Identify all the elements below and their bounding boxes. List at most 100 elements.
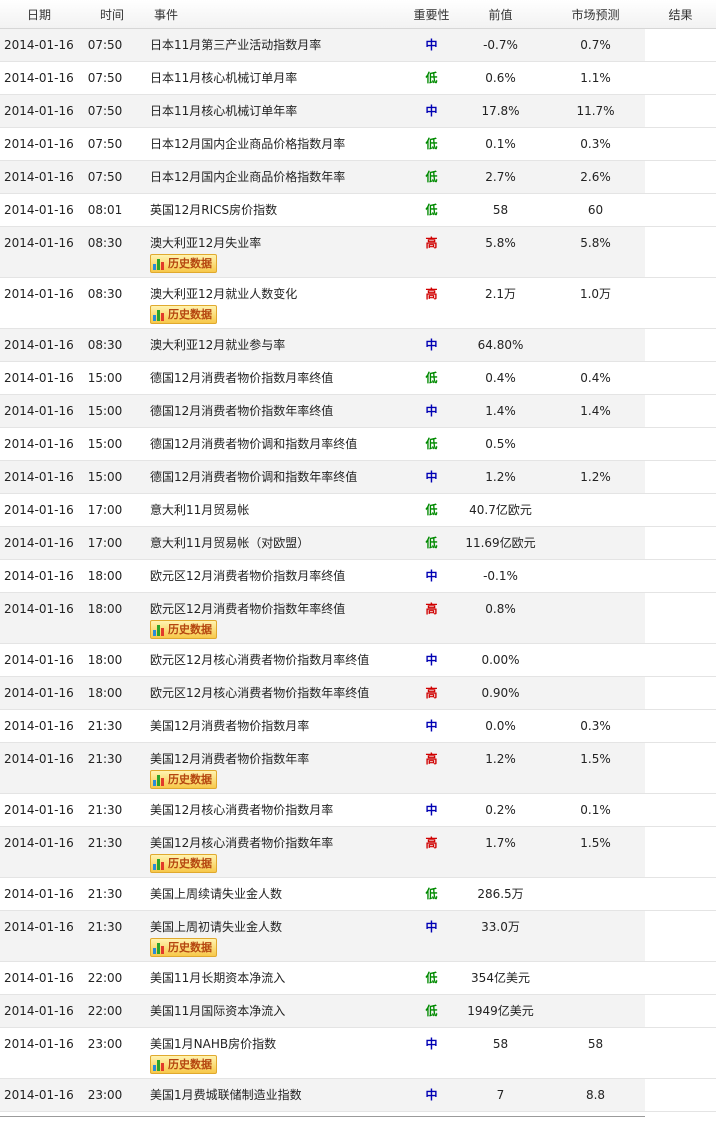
cell-date: 2014-01-16 xyxy=(4,719,74,733)
cell-date: 2014-01-16 xyxy=(4,287,74,301)
event-name: 欧元区12月消费者物价指数年率终值 xyxy=(150,602,346,616)
cell-forecast xyxy=(546,527,645,559)
cell-forecast: 0.7% xyxy=(580,38,611,52)
cell-importance: 高 xyxy=(425,602,438,616)
cell-importance: 中 xyxy=(425,1088,438,1102)
cell-forecast: 0.4% xyxy=(580,371,611,385)
cell-forecast: 1.0万 xyxy=(579,287,612,301)
cell-forecast: 58 xyxy=(587,1037,604,1051)
cell-result xyxy=(645,1028,716,1078)
cell-result xyxy=(645,710,716,742)
cell-time: 18:00 xyxy=(87,602,123,616)
cell-importance: 低 xyxy=(425,437,438,451)
cell-result xyxy=(645,962,716,994)
cell-result xyxy=(645,128,716,160)
history-data-button[interactable]: 历史数据 xyxy=(150,1055,217,1074)
cell-previous: -0.7% xyxy=(483,38,518,52)
cell-event: 澳大利亚12月就业参与率 xyxy=(146,329,408,361)
cell-time: 21:30 xyxy=(87,836,123,850)
cell-result xyxy=(645,161,716,193)
cell-previous: 0.2% xyxy=(485,803,516,817)
cell-importance: 低 xyxy=(425,887,438,901)
cell-time: 21:30 xyxy=(87,803,123,817)
cell-date: 2014-01-16 xyxy=(4,404,74,418)
cell-forecast: 1.1% xyxy=(580,71,611,85)
cell-previous: 58 xyxy=(492,1037,509,1051)
cell-importance: 中 xyxy=(425,920,438,934)
table-row: 2014-01-16 15:00 德国12月消费者物价调和指数月率终值 低 0.… xyxy=(0,428,716,461)
history-data-label: 历史数据 xyxy=(168,622,212,636)
cell-importance: 低 xyxy=(425,71,438,85)
cell-result xyxy=(645,461,716,493)
cell-date: 2014-01-16 xyxy=(4,137,74,151)
cell-result xyxy=(645,428,716,460)
cell-previous: 0.90% xyxy=(481,686,520,700)
event-name: 日本12月国内企业商品价格指数年率 xyxy=(150,170,346,184)
table-row: 2014-01-16 08:30 澳大利亚12月就业人数变化 历史数据 高 2.… xyxy=(0,278,716,329)
table-row: 2014-01-16 17:00 意大利11月贸易帐 低 40.7亿欧元 xyxy=(0,494,716,527)
cell-time: 08:30 xyxy=(87,236,123,250)
event-name: 英国12月RICS房价指数 xyxy=(150,203,278,217)
cell-forecast xyxy=(546,329,645,361)
cell-result xyxy=(645,362,716,394)
cell-time: 08:30 xyxy=(87,338,123,352)
cell-importance: 中 xyxy=(425,803,438,817)
table-row: 2014-01-16 07:50 日本11月核心机械订单月率 低 0.6% 1.… xyxy=(0,62,716,95)
cell-previous: 1.4% xyxy=(485,404,516,418)
cell-importance: 中 xyxy=(425,569,438,583)
cell-importance: 中 xyxy=(425,470,438,484)
history-data-button[interactable]: 历史数据 xyxy=(150,254,217,273)
cell-importance: 高 xyxy=(425,287,438,301)
event-name: 美国12月消费者物价指数年率 xyxy=(150,752,310,766)
cell-previous: 0.4% xyxy=(485,371,516,385)
history-data-label: 历史数据 xyxy=(168,307,212,321)
event-name: 欧元区12月核心消费者物价指数月率终值 xyxy=(150,653,370,667)
cell-time: 18:00 xyxy=(87,569,123,583)
cell-forecast: 8.8 xyxy=(585,1088,606,1102)
cell-date: 2014-01-16 xyxy=(4,203,74,217)
cell-forecast xyxy=(546,560,645,592)
event-name: 德国12月消费者物价调和指数年率终值 xyxy=(150,470,358,484)
table-row: 2014-01-16 21:30 美国12月核心消费者物价指数年率 历史数据 高… xyxy=(0,827,716,878)
history-data-button[interactable]: 历史数据 xyxy=(150,770,217,789)
bar-chart-icon xyxy=(153,257,165,270)
cell-date: 2014-01-16 xyxy=(4,470,74,484)
cell-event: 德国12月消费者物价指数月率终值 xyxy=(146,362,408,394)
event-name: 日本11月核心机械订单年率 xyxy=(150,104,298,118)
cell-previous: 7 xyxy=(496,1088,505,1102)
cell-importance: 高 xyxy=(425,686,438,700)
cell-result xyxy=(645,278,716,328)
cell-event: 日本11月核心机械订单年率 xyxy=(146,95,408,127)
history-data-button[interactable]: 历史数据 xyxy=(150,620,217,639)
history-data-button[interactable]: 历史数据 xyxy=(150,938,217,957)
history-data-label: 历史数据 xyxy=(168,1057,212,1071)
cell-result xyxy=(645,62,716,94)
table-row: 2014-01-16 21:30 美国12月消费者物价指数月率 中 0.0% 0… xyxy=(0,710,716,743)
table-row: 2014-01-16 07:50 日本11月核心机械订单年率 中 17.8% 1… xyxy=(0,95,716,128)
cell-time: 18:00 xyxy=(87,686,123,700)
header-time: 时间 xyxy=(99,7,124,22)
table-row: 2014-01-16 23:00 美国1月NAHB房价指数 历史数据 中 58 … xyxy=(0,1028,716,1079)
history-data-button[interactable]: 历史数据 xyxy=(150,854,217,873)
cell-previous: 0.0% xyxy=(485,719,516,733)
event-name: 美国上周续请失业金人数 xyxy=(150,887,283,901)
cell-time: 21:30 xyxy=(87,719,123,733)
header-event: 事件 xyxy=(154,7,179,22)
event-name: 美国11月国际资本净流入 xyxy=(150,1004,286,1018)
cell-time: 22:00 xyxy=(87,971,123,985)
cell-date: 2014-01-16 xyxy=(4,71,74,85)
cell-result xyxy=(645,227,716,277)
cell-importance: 中 xyxy=(425,1037,438,1051)
cell-date: 2014-01-16 xyxy=(4,371,74,385)
event-name: 美国上周初请失业金人数 xyxy=(150,920,283,934)
history-data-button[interactable]: 历史数据 xyxy=(150,305,217,324)
cell-importance: 中 xyxy=(425,104,438,118)
cell-date: 2014-01-16 xyxy=(4,437,74,451)
cell-previous: 1.2% xyxy=(485,470,516,484)
cell-time: 21:30 xyxy=(87,887,123,901)
cell-forecast xyxy=(546,593,645,643)
table-row: 2014-01-16 08:30 澳大利亚12月就业参与率 中 64.80% xyxy=(0,329,716,362)
cell-importance: 中 xyxy=(425,38,438,52)
event-name: 德国12月消费者物价指数年率终值 xyxy=(150,404,334,418)
cell-importance: 中 xyxy=(425,338,438,352)
